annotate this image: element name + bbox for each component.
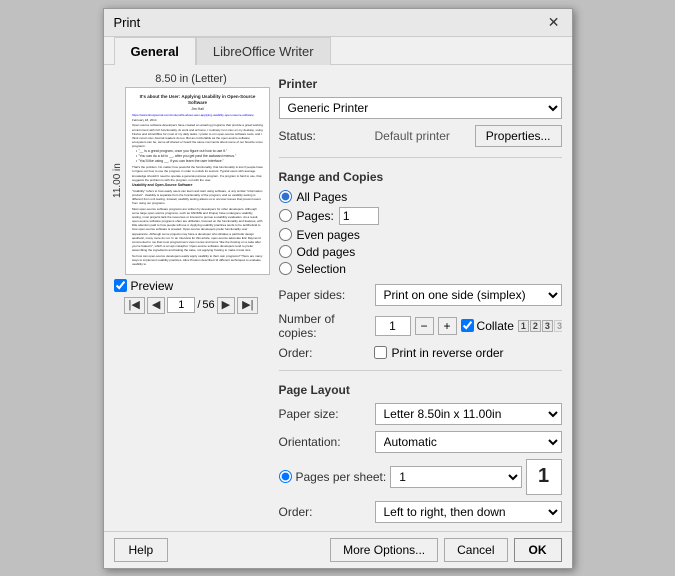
collate-label: Collate (477, 319, 514, 333)
status-label: Status: (279, 129, 369, 143)
more-options-button[interactable]: More Options... (330, 538, 438, 562)
nav-last-btn[interactable]: ▶| (237, 297, 258, 314)
preview-nav: |◀ ◀ / 56 ▶ ▶| (124, 297, 259, 314)
close-button[interactable]: ✕ (546, 15, 562, 29)
radio-pages: Pages: (279, 207, 562, 225)
collate-checkbox[interactable] (461, 319, 474, 332)
collate-badge-3: 3 (542, 320, 553, 332)
pages-per-sheet-label: Pages per sheet: (296, 470, 387, 484)
page-separator: / (197, 299, 200, 311)
help-button[interactable]: Help (114, 538, 169, 562)
preview-checkbox[interactable] (114, 279, 127, 292)
title-bar: Print ✕ (104, 9, 572, 37)
layout-order-select[interactable]: Left to right, then down (375, 501, 562, 523)
range-copies-label: Range and Copies (279, 170, 562, 184)
pages-per-sheet-preview: 1 (526, 459, 562, 495)
cancel-button[interactable]: Cancel (444, 538, 507, 562)
copies-plus-btn[interactable]: + (438, 317, 457, 335)
tabs-row: General LibreOffice Writer (104, 37, 572, 65)
copies-input[interactable] (375, 316, 411, 336)
preview-checkbox-label: Preview (131, 279, 174, 293)
nav-prev-btn[interactable]: ◀ (147, 297, 165, 314)
pages-range-input[interactable] (339, 207, 379, 225)
radio-even-pages: Even pages (279, 228, 562, 242)
radio-even-pages-input[interactable] (279, 228, 292, 241)
pages-per-sheet-radio[interactable] (279, 470, 292, 483)
radio-pages-input[interactable] (279, 209, 292, 222)
nav-next-btn[interactable]: ▶ (217, 297, 235, 314)
dialog-title: Print (114, 15, 141, 30)
properties-button[interactable]: Properties... (475, 125, 562, 147)
collate-badge-2: 2 (530, 320, 541, 332)
page-layout-label: Page Layout (279, 383, 562, 397)
nav-first-btn[interactable]: |◀ (124, 297, 145, 314)
printer-status-row: Status: Default printer Properties... (279, 125, 562, 147)
radio-odd-pages-label: Odd pages (297, 245, 356, 259)
collate-badge-4: 3 (554, 320, 562, 332)
preview-panel: 8.50 in (Letter) 11.00 in It's about the… (114, 73, 269, 523)
paper-size-select[interactable]: Letter 8.50in x 11.00in (375, 403, 562, 425)
printer-section-label: Printer (279, 77, 562, 91)
radio-all-pages-input[interactable] (279, 190, 292, 203)
printer-select[interactable]: Generic Printer (279, 97, 562, 119)
preview-page: It's about the User: Applying Usability … (125, 87, 270, 275)
copies-area: − + Collate 1 2 3 3 (375, 316, 562, 336)
order-label: Order: (279, 346, 369, 360)
bottom-bar: Help More Options... Cancel OK (104, 531, 572, 568)
radio-odd-pages-input[interactable] (279, 245, 292, 258)
dialog-body: 8.50 in (Letter) 11.00 in It's about the… (104, 65, 572, 531)
copies-label: Number of copies: (279, 312, 369, 340)
preview-checkbox-row: Preview (114, 279, 174, 293)
collate-check: Collate (461, 319, 514, 333)
status-value: Default printer (375, 129, 450, 143)
paper-sides-row: Paper sides: Print on one side (simplex) (279, 284, 562, 306)
radio-odd-pages: Odd pages (279, 245, 562, 259)
orientation-label: Orientation: (279, 435, 369, 449)
page-total: 56 (202, 299, 214, 311)
pages-per-sheet-select[interactable]: 1 (390, 466, 521, 488)
page-number-input[interactable] (167, 297, 195, 313)
print-dialog: Print ✕ General LibreOffice Writer 8.50 … (103, 8, 573, 569)
paper-sides-select[interactable]: Print on one side (simplex) (375, 284, 562, 306)
paper-size-row: Paper size: Letter 8.50in x 11.00in (279, 403, 562, 425)
layout-order-label: Order: (279, 505, 369, 519)
radio-all-pages-label: All Pages (297, 190, 348, 204)
pages-per-sheet-row: Pages per sheet: 1 1 (279, 459, 562, 495)
preview-size-label: 8.50 in (Letter) (155, 73, 227, 85)
orientation-select[interactable]: Automatic (375, 431, 562, 453)
reverse-order-label: Print in reverse order (392, 346, 504, 360)
paper-size-label: Paper size: (279, 407, 369, 421)
reverse-order-checkbox[interactable] (374, 346, 387, 359)
copies-minus-btn[interactable]: − (415, 317, 434, 335)
preview-height-label: 11.00 in (112, 87, 123, 275)
collate-indicator: 1 2 3 3 (518, 320, 562, 332)
range-options: All Pages Pages: Even pages Odd pages (279, 190, 562, 276)
ok-button[interactable]: OK (514, 538, 562, 562)
copies-row: Number of copies: − + Collate 1 2 3 3 (279, 312, 562, 340)
collate-badge-1: 1 (518, 320, 529, 332)
settings-panel: Printer Generic Printer Status: Default … (279, 73, 562, 523)
order-row: Order: Print in reverse order (279, 346, 562, 360)
tab-general[interactable]: General (114, 37, 196, 65)
radio-all-pages: All Pages (279, 190, 562, 204)
radio-selection-input[interactable] (279, 262, 292, 275)
paper-sides-label: Paper sides: (279, 288, 369, 302)
radio-selection-label: Selection (297, 262, 346, 276)
radio-even-pages-label: Even pages (297, 228, 360, 242)
bottom-bar-left: Help (114, 538, 325, 562)
orientation-row: Orientation: Automatic (279, 431, 562, 453)
radio-selection: Selection (279, 262, 562, 276)
tab-libreoffice-writer[interactable]: LibreOffice Writer (196, 37, 331, 65)
radio-pages-label: Pages: (297, 209, 334, 223)
layout-order-row: Order: Left to right, then down (279, 501, 562, 523)
